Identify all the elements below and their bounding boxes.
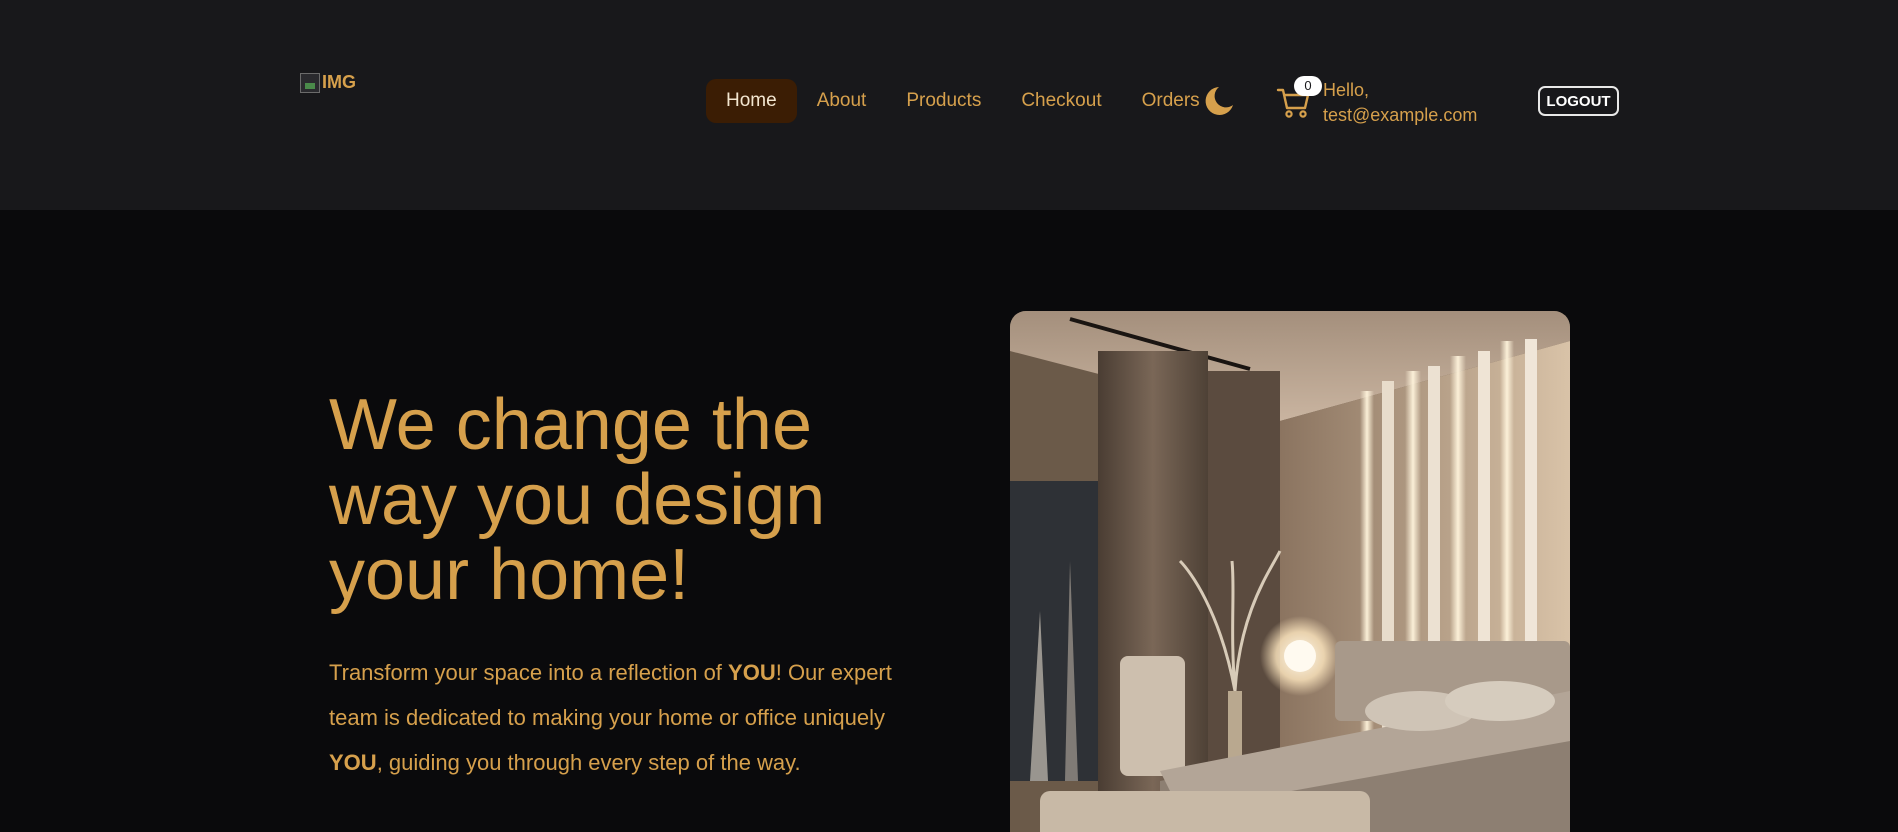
nav-links: Home About Products Checkout Orders bbox=[706, 79, 1220, 123]
nav-about[interactable]: About bbox=[797, 79, 887, 123]
navbar: IMG Home About Products Checkout Orders … bbox=[0, 0, 1898, 210]
hero-text-part: Transform your space into a reflection o… bbox=[329, 660, 729, 685]
logout-button[interactable]: LOGOUT bbox=[1538, 86, 1619, 116]
nav-products[interactable]: Products bbox=[886, 79, 1001, 123]
nav-checkout[interactable]: Checkout bbox=[1001, 79, 1121, 123]
hero-emphasis: YOU bbox=[728, 660, 776, 685]
hero-text-part: , guiding you through every step of the … bbox=[376, 750, 801, 775]
moon-icon[interactable] bbox=[1200, 83, 1236, 119]
bedroom-interior-image bbox=[1010, 311, 1570, 832]
hero-emphasis: YOU bbox=[329, 750, 377, 775]
broken-image-icon bbox=[300, 72, 320, 93]
cart-count-badge: 0 bbox=[1294, 76, 1322, 96]
user-greeting: Hello, test@example.com bbox=[1323, 78, 1477, 128]
logo[interactable]: IMG bbox=[300, 72, 356, 93]
logo-alt-text: IMG bbox=[322, 72, 356, 92]
greeting-line: Hello, bbox=[1323, 80, 1370, 100]
hero-title: We change the way you design your home! bbox=[329, 385, 826, 615]
user-email: test@example.com bbox=[1323, 105, 1478, 125]
bedroom-illustration bbox=[1010, 311, 1570, 832]
nav-home[interactable]: Home bbox=[706, 79, 797, 123]
hero-description: Transform your space into a reflection o… bbox=[329, 650, 899, 785]
